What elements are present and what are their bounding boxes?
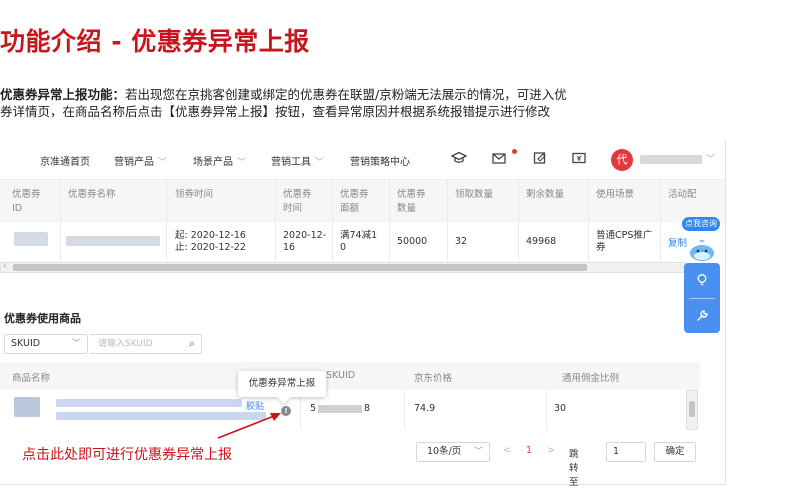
jump-label: 跳转至 (569, 449, 579, 488)
embedded-screenshot: 京准通首页 营销产品 ﹀ 场景产品 ﹀ 营销工具 ﹀ 营销策略中心 代 ﹀ 优惠券ID… (0, 140, 726, 485)
scrollbar-thumb[interactable] (689, 401, 695, 417)
skuid-search-input[interactable]: 请输入SKUID ⌕ (90, 334, 202, 354)
consult-button[interactable]: 点我咨询 (682, 217, 720, 231)
blurred-coupon-name (66, 236, 160, 246)
nav-item-marketing-tools[interactable]: 营销工具 ﹀ (271, 153, 324, 168)
table-cell-claimed: 32 (455, 236, 468, 247)
scrollbar-thumb[interactable] (13, 264, 587, 271)
chevron-down-icon: ﹀ (237, 158, 247, 168)
col-header: 商品名称 (12, 373, 51, 384)
col-header: 通用佣金比例 (562, 373, 620, 384)
wrench-icon[interactable] (684, 299, 720, 333)
search-icon[interactable]: ⌕ (189, 335, 195, 353)
intro-text: 优惠券异常上报功能：若出现您在京挑客创建或绑定的优惠券在联盟/京粉端无法展示的情… (0, 86, 700, 120)
next-page-button[interactable]: > (547, 445, 555, 456)
col-header: 剩余数量 (526, 189, 565, 200)
currency-icon[interactable] (570, 150, 588, 168)
intro-line-2: 券详情页，在商品名称后点击【优惠券异常上报】按钮，查看异常原因并根据系统报错提示… (0, 104, 551, 119)
table-cell-remaining: 49968 (526, 236, 557, 247)
avatar[interactable]: 代 (611, 149, 633, 171)
page-number-current[interactable]: 1 (526, 445, 532, 456)
col-header: 优惠券时间 (283, 189, 312, 214)
col-header: 优惠券面额 (340, 189, 369, 214)
table-cell-scene: 普通CPS推广券 (596, 230, 653, 253)
graduation-cap-icon[interactable] (450, 150, 468, 168)
col-header: 优惠券ID (12, 189, 41, 214)
col-header: 京东价格 (414, 373, 453, 384)
nav-item-home[interactable]: 京准通首页 (40, 153, 90, 168)
chevron-down-icon[interactable]: ﹀ (706, 152, 715, 165)
edit-icon[interactable] (531, 150, 549, 168)
intro-bold: 优惠券异常上报功能： (0, 87, 126, 102)
warning-icon[interactable]: ! (281, 406, 291, 416)
col-header: 领券时间 (175, 189, 214, 200)
table-cell-quantity: 50000 (397, 236, 428, 247)
col-header: 优惠券名称 (68, 189, 116, 200)
blurred-product-name (56, 399, 242, 407)
chevron-down-icon: ﹀ (158, 158, 168, 168)
jump-page-input[interactable]: 1 (606, 442, 646, 462)
slide-title: 功能介绍 - 优惠券异常上报 (0, 27, 310, 56)
product-table-header: 商品名称 SKUID 京东价格 通用佣金比例 (0, 362, 700, 390)
notification-dot (512, 149, 517, 154)
confirm-button[interactable]: 确定 (654, 442, 696, 462)
col-header: 使用场景 (596, 189, 635, 200)
blurred-username (640, 155, 702, 164)
filter-select[interactable]: SKUID ﹀ (4, 334, 88, 354)
vertical-scrollbar[interactable] (686, 390, 698, 430)
nav-item-marketing-products[interactable]: 营销产品 ﹀ (114, 153, 167, 168)
horizontal-scrollbar[interactable]: ‹ (0, 261, 686, 273)
col-header: 领取数量 (455, 189, 494, 200)
table-cell-commission: 30 (554, 403, 567, 414)
col-header-skuid: SKUID (326, 370, 356, 381)
col-header: 活动配 (668, 189, 697, 200)
chevron-down-icon: ﹀ (71, 339, 81, 349)
product-name-link[interactable]: 胶贴 (246, 399, 264, 412)
intro-line-1: 若出现您在京挑客创建或绑定的优惠券在联盟/京粉端无法展示的情况，可进入优 (125, 87, 567, 102)
coupon-report-tooltip: 优惠券异常上报 (238, 371, 326, 397)
section-title: 优惠券使用商品 (4, 312, 81, 325)
whale-mascot-icon[interactable] (687, 238, 717, 262)
mail-icon[interactable] (490, 150, 508, 168)
copy-link[interactable]: 复制 (668, 238, 687, 250)
table-cell-skuid: 58 (310, 403, 371, 414)
nav-item-strategy-center[interactable]: 营销策略中心 (350, 153, 410, 168)
table-cell-price: 74.9 (414, 403, 436, 414)
chevron-left-icon[interactable]: ‹ (3, 261, 6, 270)
blurred-coupon-id (14, 232, 48, 246)
chevron-down-icon: ﹀ (473, 447, 483, 457)
top-nav: 京准通首页 营销产品 ﹀ 场景产品 ﹀ 营销工具 ﹀ 营销策略中心 代 ﹀ (0, 140, 725, 180)
float-tool-panel (684, 263, 720, 333)
chevron-down-icon: ﹀ (315, 158, 325, 168)
table-cell-claim-time: 起: 2020-12-16 止: 2020-12-22 (175, 230, 246, 253)
lightbulb-icon[interactable] (684, 263, 720, 297)
blurred-product-name (56, 412, 266, 420)
prev-page-button[interactable]: < (503, 445, 511, 456)
coupon-table-header: 优惠券ID 优惠券名称 领券时间 优惠券时间 优惠券面额 优惠券数量 领取数量 … (0, 180, 725, 223)
nav-item-scene-products[interactable]: 场景产品 ﹀ (193, 153, 246, 168)
callout-text: 点击此处即可进行优惠券异常上报 (22, 447, 232, 463)
page-size-select[interactable]: 10条/页 ﹀ (416, 442, 490, 462)
col-header: 优惠券数量 (397, 189, 426, 214)
table-cell-face-value: 满74减10 (340, 230, 378, 253)
product-thumbnail (14, 397, 40, 417)
table-cell-coupon-time: 2020-12-16 (283, 230, 327, 253)
